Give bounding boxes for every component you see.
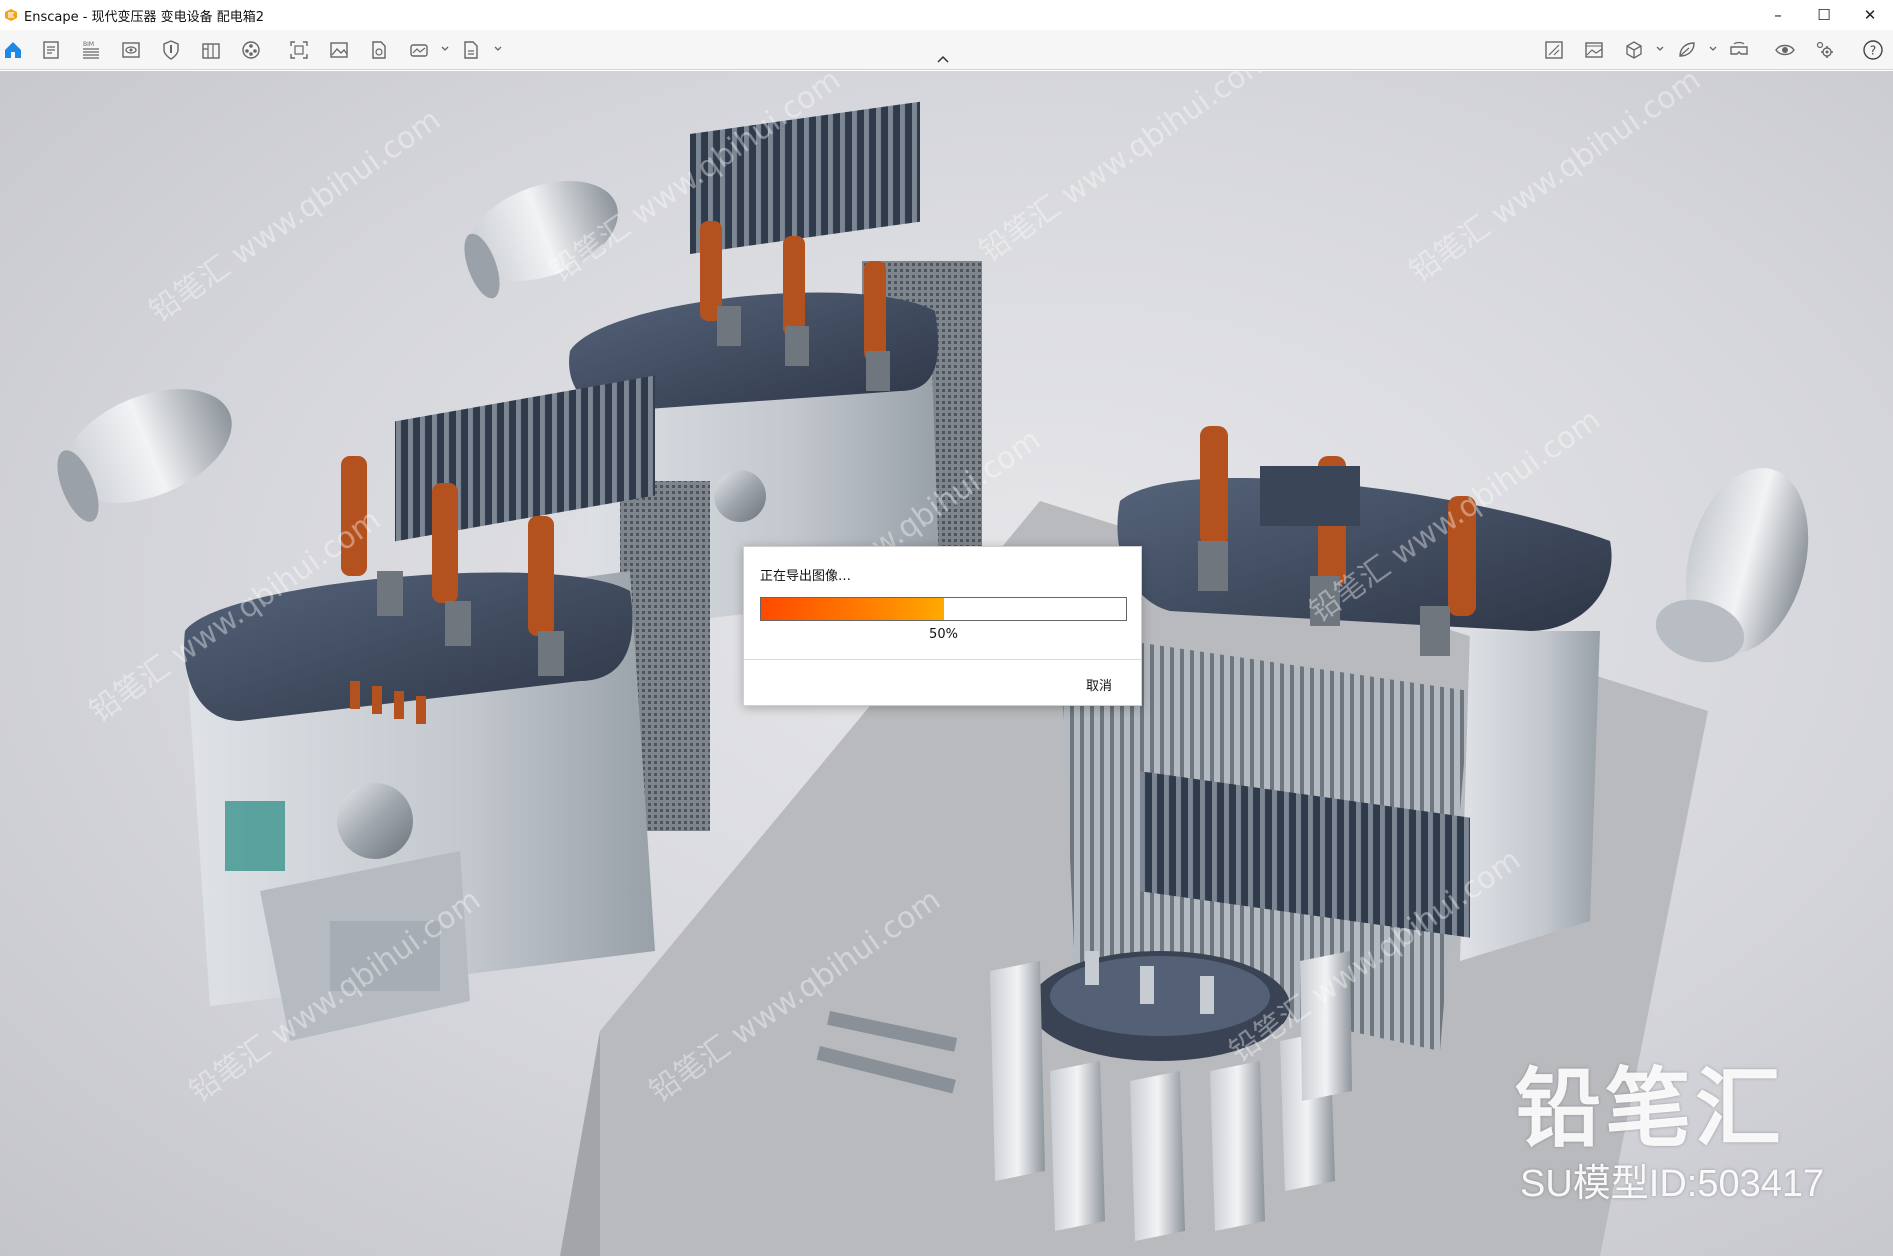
view-icon[interactable] [118,37,144,63]
progress-percent: 50% [929,627,958,642]
close-button[interactable]: ✕ [1847,0,1893,30]
title-bar: Enscape - 现代变压器 变电设备 配电箱2 – ☐ ✕ [0,0,1893,30]
toolbar: BIM ? [0,30,1893,70]
video-icon[interactable] [238,37,264,63]
help-label: ? [1870,44,1876,58]
shield-icon[interactable] [158,37,184,63]
progress-bar-fill [761,598,944,620]
cube-dropdown-chevron-icon[interactable] [1655,44,1665,54]
export-file-icon[interactable] [366,37,392,63]
image-icon[interactable] [326,37,352,63]
screenshot-icon[interactable] [286,37,312,63]
exe-dropdown-chevron-icon[interactable] [493,44,503,54]
cube-icon[interactable] [1621,37,1647,63]
panorama-icon[interactable] [406,37,432,63]
exe-export-icon[interactable] [458,37,484,63]
panorama-dropdown-chevron-icon[interactable] [440,44,450,54]
progress-bar [760,597,1127,621]
settings-icon[interactable] [1812,37,1838,63]
views-icon[interactable] [1541,37,1567,63]
vr-headset-icon[interactable] [1726,37,1752,63]
document-icon[interactable] [38,37,64,63]
material-icon[interactable] [1674,37,1700,63]
help-icon[interactable]: ? [1860,37,1886,63]
cancel-button[interactable]: 取消 [1074,671,1124,697]
enscape-logo-icon [5,9,17,21]
minimize-button[interactable]: – [1755,0,1801,30]
home-icon[interactable] [0,37,26,63]
collapse-toolbar-chevron-icon[interactable] [936,54,950,64]
bim-label: BIM [83,41,94,48]
material-dropdown-chevron-icon[interactable] [1708,44,1718,54]
gallery-icon[interactable] [1581,37,1607,63]
window-title: Enscape - 现代变压器 变电设备 配电箱2 [24,9,265,25]
eye-icon[interactable] [1772,37,1798,63]
maximize-button[interactable]: ☐ [1801,0,1847,30]
dialog-title: 正在导出图像… [760,569,852,584]
watermark-model-id: SU模型ID:503417 [1520,1163,1825,1205]
dialog-divider [744,659,1141,660]
library-icon[interactable] [198,37,224,63]
watermark-brand: 铅笔汇 [1515,1059,1785,1159]
bim-icon[interactable]: BIM [78,37,104,63]
export-progress-dialog: 正在导出图像… 50% 取消 [743,546,1142,706]
